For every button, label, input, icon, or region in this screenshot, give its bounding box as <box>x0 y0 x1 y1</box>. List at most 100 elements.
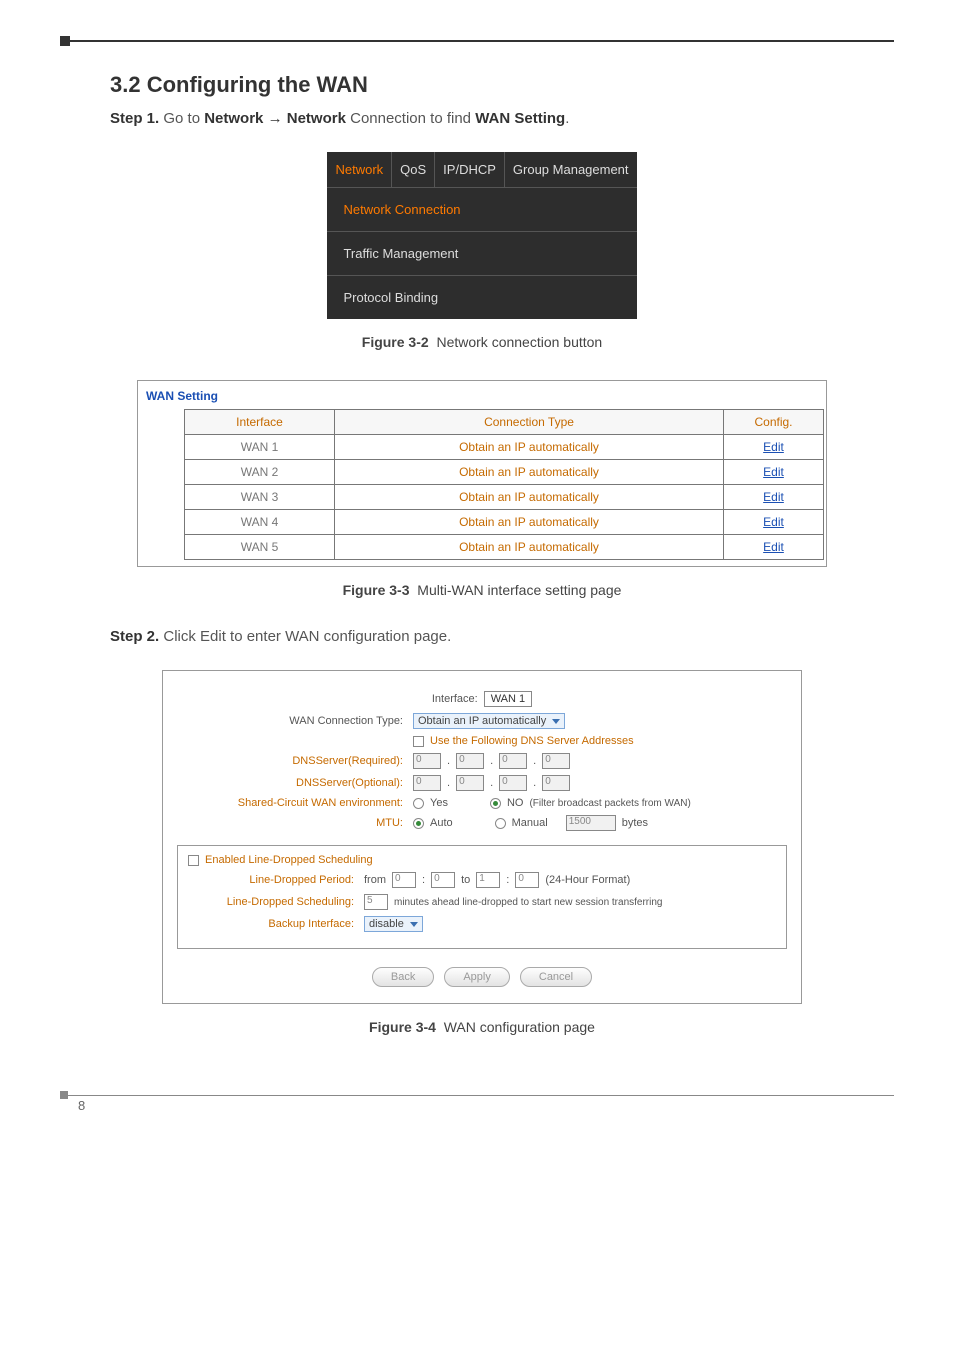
wan-edit-link[interactable]: Edit <box>763 515 784 529</box>
back-button[interactable]: Back <box>372 967 434 987</box>
wf-mtu-manual-radio[interactable] <box>495 818 506 829</box>
wf-dns-octet[interactable]: 0 <box>413 753 441 769</box>
wf-shared-no-text: NO <box>507 797 524 809</box>
step1-arrow: → <box>268 110 283 127</box>
wf-dns-octet[interactable]: 0 <box>499 775 527 791</box>
wf-mtu-label: MTU: <box>177 817 407 829</box>
wf-mtu-bytes: bytes <box>622 817 648 829</box>
wf-dnsreq-row: DNSServer(Required): 0. 0. 0. 0 <box>177 753 787 769</box>
nav-tabs-row: Network QoS IP/DHCP Group Management <box>327 152 636 187</box>
wf-conntype-label: WAN Connection Type: <box>177 715 407 727</box>
wan-setting-panel: WAN Setting Interface Connection Type Co… <box>137 380 827 567</box>
wf-mtu-auto-text: Auto <box>430 817 453 829</box>
wf-sched-label: Line-Dropped Scheduling: <box>188 896 358 908</box>
nav-tab-ipdhcp[interactable]: IP/DHCP <box>435 152 505 187</box>
wf-dns-octet[interactable]: 0 <box>456 753 484 769</box>
wf-from: from <box>364 874 386 886</box>
wf-to: to <box>461 874 470 886</box>
wf-conntype-row: WAN Connection Type: Obtain an IP automa… <box>177 713 787 729</box>
wf-shared-no-radio[interactable] <box>490 798 501 809</box>
wf-period-h0[interactable]: 0 <box>392 872 416 888</box>
wan-cell-conn: Obtain an IP automatically <box>335 485 724 510</box>
wf-dns-octet[interactable]: 0 <box>413 775 441 791</box>
wan-edit-link[interactable]: Edit <box>763 465 784 479</box>
wf-shared-yes-radio[interactable] <box>413 798 424 809</box>
wf-period-h1[interactable]: 1 <box>476 872 500 888</box>
nav-sub-protocol[interactable]: Protocol Binding <box>327 275 636 319</box>
wf-usedns-checkbox[interactable] <box>413 736 424 747</box>
cancel-button[interactable]: Cancel <box>520 967 592 987</box>
wf-usedns-row: Use the Following DNS Server Addresses <box>177 735 787 747</box>
footer-marker <box>60 1091 68 1099</box>
wf-dns-octet[interactable]: 0 <box>499 753 527 769</box>
nav-tab-group[interactable]: Group Management <box>505 152 637 187</box>
figure-3-2: Network QoS IP/DHCP Group Management Net… <box>110 152 854 319</box>
wf-button-row: Back Apply Cancel <box>177 967 787 987</box>
wan-th-conn: Connection Type <box>335 410 724 435</box>
wan-table-header: Interface Connection Type Config. <box>185 410 824 435</box>
caption-3-2-text: Network connection button <box>436 334 602 350</box>
apply-button[interactable]: Apply <box>444 967 510 987</box>
wf-dns-octet[interactable]: 0 <box>456 775 484 791</box>
caption-3-4: Figure 3-4 WAN configuration page <box>110 1019 854 1035</box>
wf-dnsopt-row: DNSServer(Optional): 0. 0. 0. 0 <box>177 775 787 791</box>
wf-mtu-manual-text: Manual <box>512 817 548 829</box>
wf-dns-octet[interactable]: 0 <box>542 775 570 791</box>
wf-sched-title: Enabled Line-Dropped Scheduling <box>205 854 373 866</box>
wf-filter-note: (Filter broadcast packets from WAN) <box>529 798 690 809</box>
wf-period-m1[interactable]: 0 <box>515 872 539 888</box>
wf-dns-octet[interactable]: 0 <box>542 753 570 769</box>
step2-text: Click Edit to enter WAN configuration pa… <box>163 628 451 645</box>
wan-row-5: WAN 5 Obtain an IP automatically Edit <box>185 535 824 560</box>
step1-mid: Connection to find <box>350 110 475 127</box>
caption-3-2: Figure 3-2 Network connection button <box>110 334 854 350</box>
wan-edit-link[interactable]: Edit <box>763 540 784 554</box>
step1-suffix: . <box>565 110 569 127</box>
wf-interface-value: WAN 1 <box>484 691 532 707</box>
wan-cell-conn: Obtain an IP automatically <box>335 435 724 460</box>
wf-backup-row: Backup Interface: disable <box>188 916 776 932</box>
wan-cell-cfg: Edit <box>724 460 824 485</box>
wf-sched-note: minutes ahead line-dropped to start new … <box>394 897 662 908</box>
wan-th-config: Config. <box>724 410 824 435</box>
wf-sched-value[interactable]: 5 <box>364 894 388 910</box>
wf-dnsreq-label: DNSServer(Required): <box>177 755 407 767</box>
wan-row-1: WAN 1 Obtain an IP automatically Edit <box>185 435 824 460</box>
wf-mtu-auto-radio[interactable] <box>413 818 424 829</box>
wan-edit-link[interactable]: Edit <box>763 490 784 504</box>
step1-nav1: Network <box>204 110 263 127</box>
step1-label: Step 1. <box>110 110 159 127</box>
nav-tab-network[interactable]: Network <box>327 152 392 187</box>
wf-sched-enable-checkbox[interactable] <box>188 855 199 866</box>
caption-3-3: Figure 3-3 Multi-WAN interface setting p… <box>110 582 854 598</box>
wf-dnsopt-label: DNSServer(Optional): <box>177 777 407 789</box>
wf-usedns-label: Use the Following DNS Server Addresses <box>430 735 634 747</box>
page-number: 8 <box>78 1098 85 1113</box>
caption-3-4-label: Figure 3-4 <box>369 1019 436 1035</box>
wan-cell-cfg: Edit <box>724 510 824 535</box>
step2-line: Step 2. Click Edit to enter WAN configur… <box>110 628 854 645</box>
wf-period-row: Line-Dropped Period: from 0: 0 to 1: 0 (… <box>188 872 776 888</box>
caption-3-3-label: Figure 3-3 <box>343 582 410 598</box>
wan-cell-iface: WAN 4 <box>185 510 335 535</box>
wf-backup-select[interactable]: disable <box>364 916 423 932</box>
wan-cell-conn: Obtain an IP automatically <box>335 535 724 560</box>
wan-edit-link[interactable]: Edit <box>763 440 784 454</box>
nav-sub-connection[interactable]: Network Connection <box>327 187 636 231</box>
nav-tab-qos[interactable]: QoS <box>392 152 435 187</box>
figure-3-4: Interface: WAN 1 WAN Connection Type: Ob… <box>110 670 854 1004</box>
step1-target: WAN Setting <box>475 110 565 127</box>
caption-3-3-text: Multi-WAN interface setting page <box>417 582 621 598</box>
wf-conntype-select[interactable]: Obtain an IP automatically <box>413 713 565 729</box>
wf-period-m0[interactable]: 0 <box>431 872 455 888</box>
wf-hour-format: (24-Hour Format) <box>545 874 630 886</box>
wf-mtu-value[interactable]: 1500 <box>566 815 616 831</box>
wan-row-2: WAN 2 Obtain an IP automatically Edit <box>185 460 824 485</box>
wan-cell-iface: WAN 5 <box>185 535 335 560</box>
nav-sub-traffic[interactable]: Traffic Management <box>327 231 636 275</box>
wf-period-label: Line-Dropped Period: <box>188 874 358 886</box>
figure-3-3: WAN Setting Interface Connection Type Co… <box>110 380 854 567</box>
section-title: 3.2 Configuring the WAN <box>110 72 854 98</box>
wan-th-interface: Interface <box>185 410 335 435</box>
step1-prefix: Go to <box>163 110 204 127</box>
